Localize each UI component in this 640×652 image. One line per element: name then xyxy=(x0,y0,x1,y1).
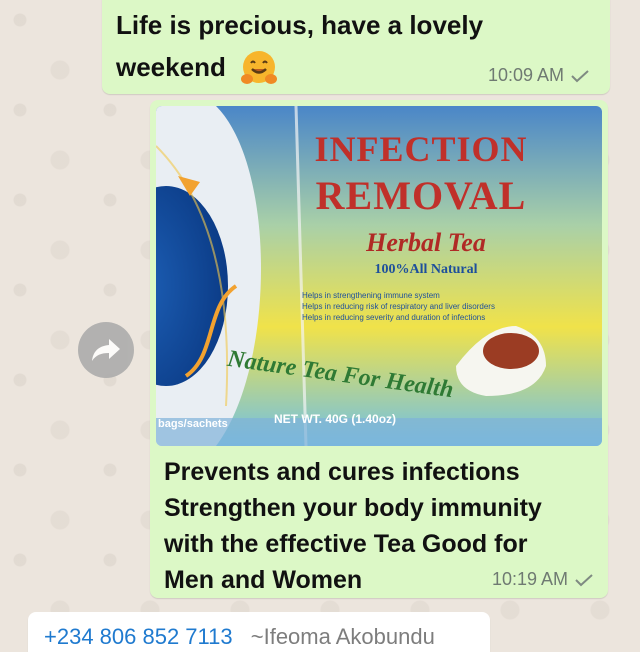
box-weight-label: NET WT. 40G (1.40oz) xyxy=(274,412,397,426)
outgoing-message-bubble[interactable]: Life is precious, have a lovely weekend … xyxy=(102,0,610,94)
message-meta: 10:19 AM xyxy=(492,569,594,590)
benefit-item: Helps in reducing severity and duration … xyxy=(302,313,486,322)
sent-check-icon xyxy=(571,69,589,82)
box-natural-label: 100%All Natural xyxy=(374,262,478,277)
tea-box-photo[interactable]: INFECTION REMOVAL Herbal Tea 100%All Nat… xyxy=(156,106,602,446)
box-title-line1: INFECTION xyxy=(314,129,528,169)
forward-button[interactable] xyxy=(78,322,134,378)
incoming-message-bubble[interactable]: +234 806 852 7113 ~Ifeoma Akobundu xyxy=(28,612,490,652)
sender-name: ~Ifeoma Akobundu xyxy=(250,624,435,649)
sent-check-icon xyxy=(575,573,593,586)
box-slogan: Nature Tea For Health xyxy=(225,345,456,404)
box-benefits-list: Helps in strengthening immune system Hel… xyxy=(302,290,602,323)
box-title-line2: REMOVAL xyxy=(315,173,527,218)
message-text-line: weekend xyxy=(116,52,226,82)
caption-line: Strengthen your body immunity xyxy=(164,494,542,522)
caption-line: with the effective Tea Good for xyxy=(164,530,528,558)
message-timestamp: 10:19 AM xyxy=(491,569,568,589)
message-timestamp: 10:09 AM xyxy=(487,65,564,85)
message-text-line: Life is precious, have a lovely xyxy=(116,10,484,40)
hugging-face-icon xyxy=(241,51,278,85)
message-meta: 10:09 AM xyxy=(488,65,590,86)
benefit-item: Helps in strengthening immune system xyxy=(302,291,440,300)
outgoing-image-message-bubble[interactable]: INFECTION REMOVAL Herbal Tea 100%All Nat… xyxy=(150,100,608,598)
sender-phone-link[interactable]: +234 806 852 7113 xyxy=(44,624,233,649)
caption-line: Prevents and cures infections xyxy=(164,458,520,486)
message-text: Life is precious, have a lovely weekend xyxy=(116,4,536,89)
forward-arrow-icon xyxy=(92,339,120,361)
box-subtitle: Herbal Tea xyxy=(366,228,486,257)
benefit-item: Helps in reducing risk of respiratory an… xyxy=(302,302,495,311)
box-left-label: bags/sachets xyxy=(158,418,228,430)
